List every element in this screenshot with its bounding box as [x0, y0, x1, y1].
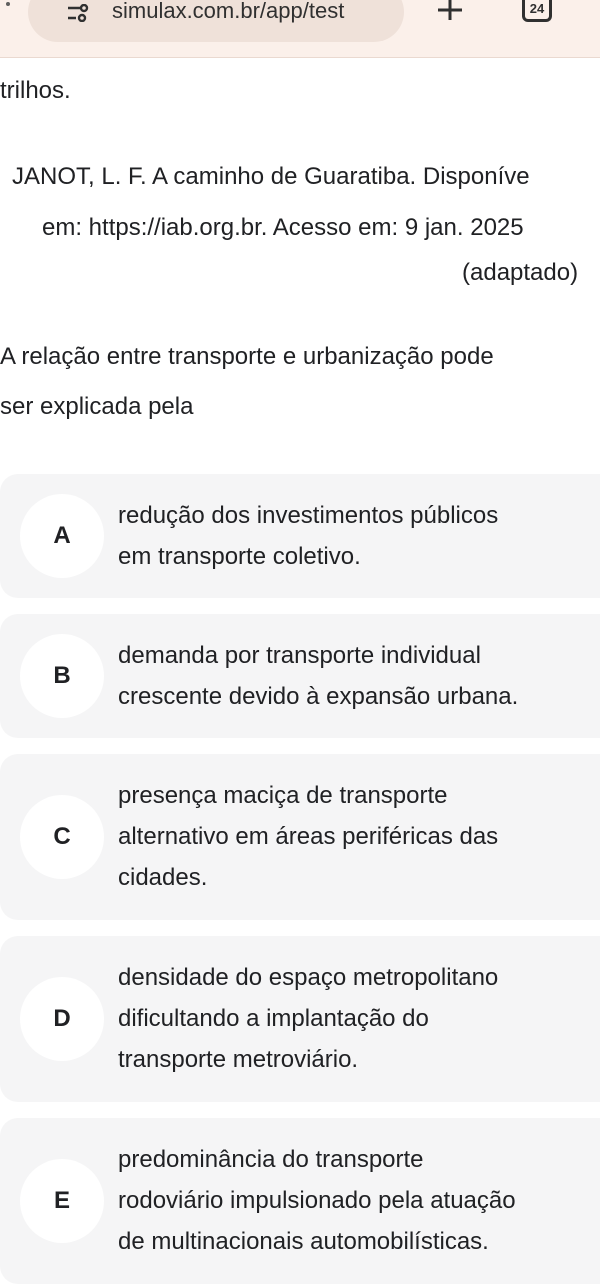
option-text: demanda por transporte individual cresce… [118, 635, 594, 717]
passage-trailing-text: trilhos. [0, 77, 71, 104]
answer-option-b[interactable]: B demanda por transporte individual cres… [0, 614, 600, 738]
answer-option-e[interactable]: E predominância do transporte rodoviário… [0, 1118, 600, 1284]
option-text-line: de multinacionais automobilísticas. [118, 1228, 489, 1255]
answer-option-a[interactable]: A redução dos investimentos públicos em … [0, 474, 600, 598]
option-text-line: crescente devido à expansão urbana. [118, 683, 519, 710]
option-text: densidade do espaço metropolitano dificu… [118, 957, 594, 1080]
option-text-line: cidades. [118, 864, 208, 891]
site-settings-icon[interactable] [68, 4, 90, 22]
new-tab-icon[interactable] [432, 0, 468, 22]
option-text-line: em transporte coletivo. [118, 543, 361, 570]
answer-option-d[interactable]: D densidade do espaço metropolitano difi… [0, 936, 600, 1102]
option-letter-badge: C [20, 795, 104, 879]
question-stem-line-1: A relação entre transporte e urbanização… [0, 343, 494, 370]
option-text-line: alternativo em áreas periféricas das [118, 823, 499, 850]
option-letter-badge: E [20, 1159, 104, 1243]
citation-line-2: em: https://iab.org.br. Acesso em: 9 jan… [42, 214, 524, 241]
back-icon[interactable] [6, 2, 10, 6]
option-text-line: densidade do espaço metropolitano [118, 964, 499, 991]
option-text-line: redução dos investimentos públicos [118, 502, 499, 529]
citation-line-3: (adaptado) [462, 259, 579, 286]
option-text-line: transporte metroviário. [118, 1046, 359, 1073]
option-text-line: predominância do transporte [118, 1146, 424, 1173]
option-letter-badge: D [20, 977, 104, 1061]
option-letter-badge: A [20, 494, 104, 578]
option-text-line: presença maciça de transporte [118, 782, 448, 809]
option-text-line: rodoviário impulsionado pela atuação [118, 1187, 516, 1214]
question-stem-line-2: ser explicada pela [0, 393, 194, 420]
option-text: presença maciça de transporte alternativ… [118, 775, 594, 898]
option-text-line: dificultando a implantação do [118, 1005, 429, 1032]
tab-switcher-button[interactable]: 24 [522, 0, 552, 22]
address-bar[interactable]: simulax.com.br/app/test [28, 0, 404, 42]
option-letter-badge: B [20, 634, 104, 718]
answer-option-c[interactable]: C presença maciça de transporte alternat… [0, 754, 600, 920]
browser-toolbar: simulax.com.br/app/test 24 [0, 0, 600, 58]
option-text-line: demanda por transporte individual [118, 642, 481, 669]
option-text: redução dos investimentos públicos em tr… [118, 495, 594, 577]
citation-line-1: JANOT, L. F. A caminho de Guaratiba. Dis… [12, 163, 530, 190]
option-text: predominância do transporte rodoviário i… [118, 1139, 594, 1262]
url-text[interactable]: simulax.com.br/app/test [112, 0, 402, 24]
